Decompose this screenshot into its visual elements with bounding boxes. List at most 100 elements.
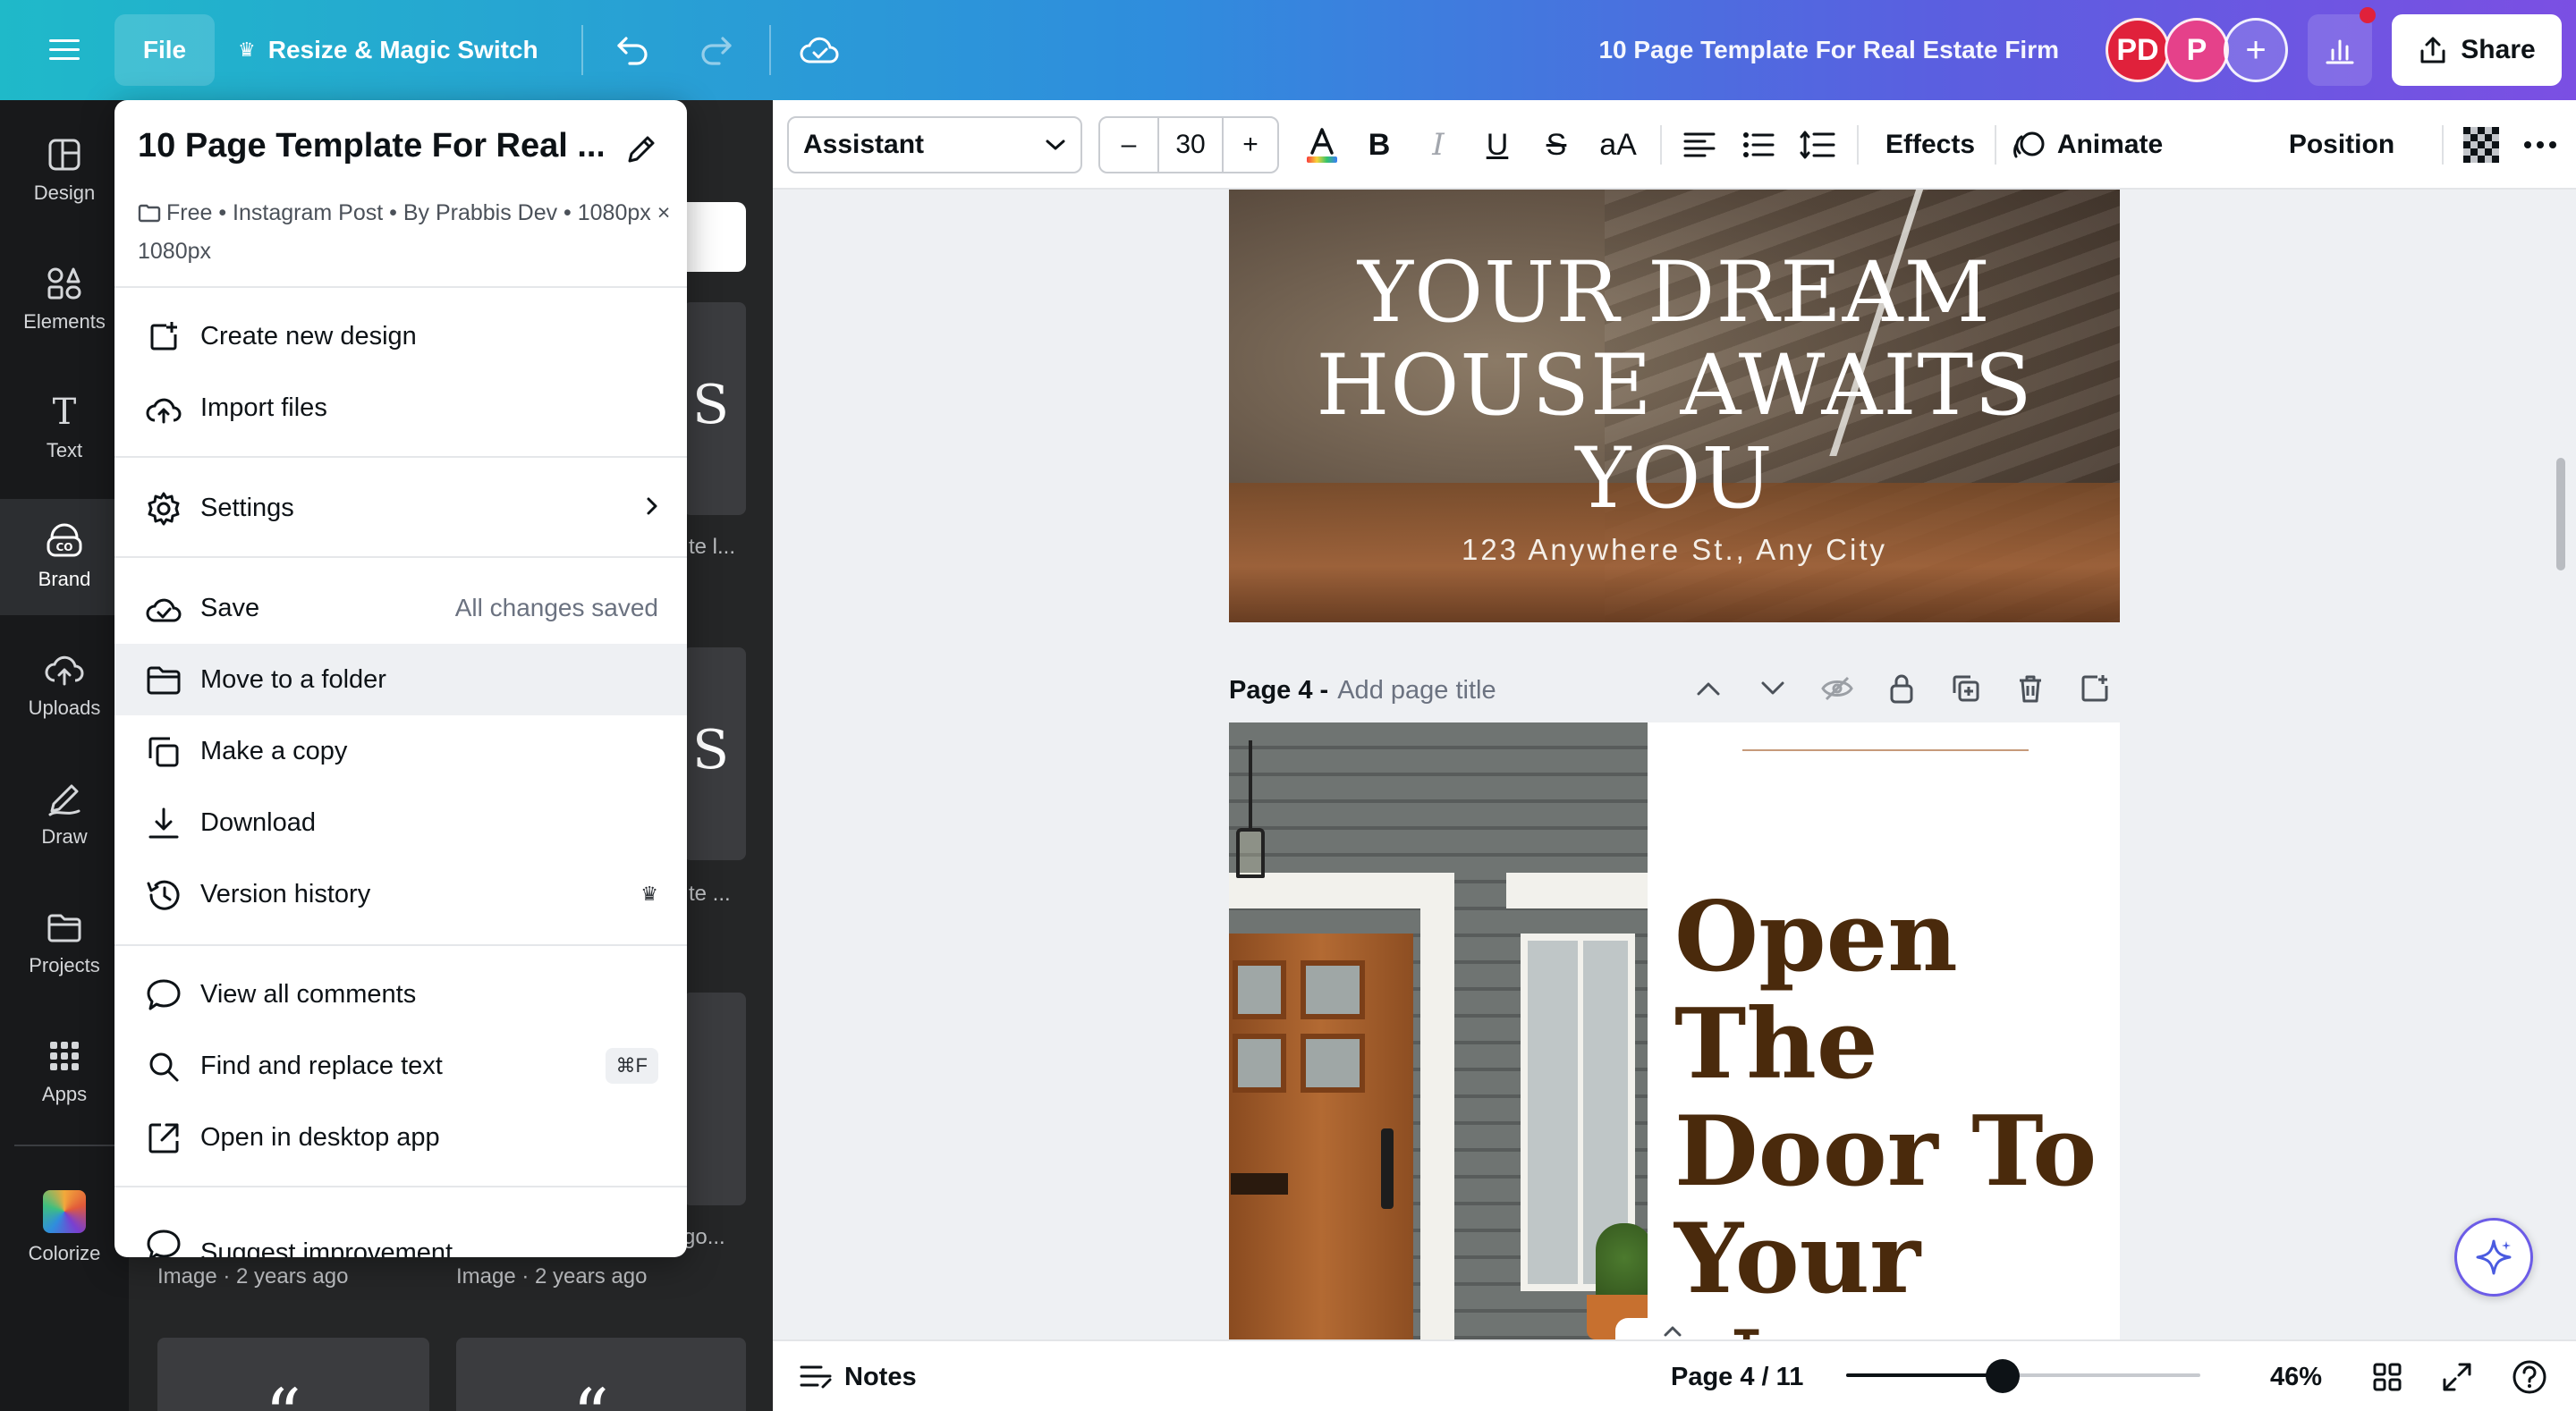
decrease-font-size-button[interactable]: – [1100, 130, 1157, 160]
magic-assistant-button[interactable] [2454, 1218, 2533, 1297]
zoom-slider-handle[interactable] [1986, 1359, 2020, 1393]
add-page-button[interactable] [2070, 663, 2120, 714]
menu-item-settings[interactable]: Settings [114, 472, 687, 544]
fullscreen-button[interactable] [2442, 1341, 2472, 1411]
zoom-slider-track[interactable] [1846, 1373, 2200, 1377]
history-icon [145, 876, 182, 914]
rename-button[interactable] [615, 125, 665, 175]
list-button[interactable] [1732, 116, 1785, 173]
cloud-upload-icon [145, 390, 182, 427]
insights-button[interactable] [2308, 7, 2376, 86]
rail-item-elements[interactable]: Elements [0, 241, 129, 358]
file-button[interactable]: File [114, 14, 215, 86]
avatar[interactable]: P [2165, 18, 2229, 82]
menu-item-move-to-folder[interactable]: Move to a folder [114, 644, 687, 715]
delete-page-button[interactable] [2005, 663, 2055, 714]
page-indicator-button[interactable]: Page 4 / 11 [1671, 1341, 1803, 1411]
rail-item-uploads[interactable]: Uploads [0, 628, 129, 744]
plus-icon: + [2245, 30, 2267, 70]
share-button[interactable]: Share [2392, 14, 2562, 86]
menu-divider [114, 1186, 687, 1187]
crown-icon: ♛ [238, 38, 256, 61]
bold-button[interactable]: B [1354, 116, 1404, 173]
menu-item-download[interactable]: Download [114, 787, 687, 858]
position-button[interactable]: Position [2252, 116, 2431, 173]
keyboard-shortcut: ⌘F [605, 1048, 658, 1084]
lock-icon [1890, 674, 1913, 704]
rail-item-projects[interactable]: Projects [0, 885, 129, 1001]
resize-magic-switch-button[interactable]: ♛ Resize & Magic Switch [238, 14, 538, 86]
thumbnail-caption: te ... [689, 882, 731, 906]
page-title-input[interactable]: Add page title [1337, 676, 1496, 706]
cloud-save-status-button[interactable] [787, 0, 852, 100]
page-4-design[interactable]: Open The Door To Your New [1229, 722, 2120, 1339]
template-thumbnail[interactable]: S [683, 647, 746, 860]
canvas-scrollbar[interactable] [2556, 458, 2565, 570]
document-title[interactable]: 10 Page Template For Real Estate Firm [1598, 0, 2059, 100]
menu-item-import-files[interactable]: Import files [114, 372, 687, 444]
menu-item-find-and-replace[interactable]: Find and replace text ⌘F [114, 1030, 687, 1102]
pencil-icon [628, 136, 655, 163]
shapes-icon [47, 267, 81, 300]
brand-icon: CO [47, 523, 82, 557]
menu-item-version-history[interactable]: Version history ♛ [114, 858, 687, 930]
menu-item-open-in-desktop-app[interactable]: Open in desktop app [114, 1102, 687, 1173]
notes-button[interactable]: Notes [800, 1341, 917, 1411]
template-thumbnail[interactable]: S [683, 302, 746, 515]
move-page-up-button[interactable] [1683, 663, 1733, 714]
zoom-level[interactable]: 46% [2247, 1341, 2322, 1411]
page-3-design[interactable]: YOUR DREAM HOUSE AWAITS YOU 123 Anywhere… [1229, 188, 2120, 622]
rail-item-draw[interactable]: Draw [0, 756, 129, 873]
image-thumbnail[interactable]: “ [157, 1338, 429, 1411]
search-input-edge[interactable] [683, 202, 746, 272]
rail-item-apps[interactable]: Apps [0, 1014, 129, 1130]
rail-item-design[interactable]: Design [0, 113, 129, 229]
italic-button[interactable]: I [1413, 116, 1463, 173]
hero-address[interactable]: 123 Anywhere St., Any City [1229, 533, 2120, 567]
rail-item-brand[interactable]: CO Brand [0, 499, 129, 615]
pen-icon [48, 784, 80, 816]
text-color-button[interactable] [1295, 116, 1349, 173]
hide-page-button[interactable] [1812, 663, 1862, 714]
menu-item-create-new-design[interactable]: Create new design [114, 300, 687, 372]
font-name: Assistant [803, 130, 925, 159]
menu-item-suggest-improvement[interactable]: Suggest improvement [114, 1202, 687, 1257]
underline-button[interactable]: U [1472, 116, 1522, 173]
template-thumbnail[interactable] [683, 993, 746, 1205]
menu-document-title[interactable]: 10 Page Template For Real ... [138, 127, 603, 165]
avatar[interactable]: PD [2106, 18, 2170, 82]
font-select[interactable]: Assistant [787, 116, 1082, 173]
menu-button[interactable] [32, 0, 97, 100]
undo-button[interactable] [601, 0, 665, 100]
divider [1660, 125, 1662, 165]
effects-button[interactable]: Effects [1877, 116, 1984, 173]
strikethrough-button[interactable]: S [1531, 116, 1581, 173]
menu-item-save[interactable]: Save All changes saved [114, 572, 687, 644]
rail-item-text[interactable]: T Text [0, 370, 129, 486]
help-button[interactable] [2512, 1341, 2547, 1411]
transparency-button[interactable] [2454, 116, 2508, 173]
left-rail: Design Elements T Text CO Brand Uploads … [0, 100, 129, 1411]
file-menu: 10 Page Template For Real ... Free • Ins… [114, 100, 687, 1257]
front-door-photo[interactable] [1229, 722, 1648, 1339]
font-size-input[interactable]: 30 [1157, 118, 1224, 172]
move-page-down-button[interactable] [1748, 663, 1798, 714]
hero-headline[interactable]: YOUR DREAM HOUSE AWAITS YOU [1229, 247, 2120, 526]
menu-item-view-all-comments[interactable]: View all comments [114, 959, 687, 1030]
grid-view-button[interactable] [2372, 1341, 2402, 1411]
increase-font-size-button[interactable]: + [1224, 130, 1277, 160]
animate-button[interactable]: Animate [2007, 116, 2168, 173]
menu-item-make-a-copy[interactable]: Make a copy [114, 715, 687, 787]
image-thumbnail[interactable]: “ [456, 1338, 746, 1411]
letter-case-button[interactable]: aA [1587, 116, 1649, 173]
duplicate-page-button[interactable] [1941, 663, 1991, 714]
align-button[interactable] [1673, 116, 1726, 173]
spacing-button[interactable] [1791, 116, 1844, 173]
lock-page-button[interactable] [1877, 663, 1927, 714]
rail-divider [14, 1145, 114, 1146]
more-options-button[interactable] [2513, 116, 2567, 173]
rail-item-colorize[interactable]: Colorize [0, 1170, 129, 1286]
redo-button[interactable] [683, 0, 748, 100]
add-collaborator-button[interactable]: + [2224, 18, 2288, 82]
page-4-headline[interactable]: Open The Door To Your New [1674, 883, 2113, 1339]
